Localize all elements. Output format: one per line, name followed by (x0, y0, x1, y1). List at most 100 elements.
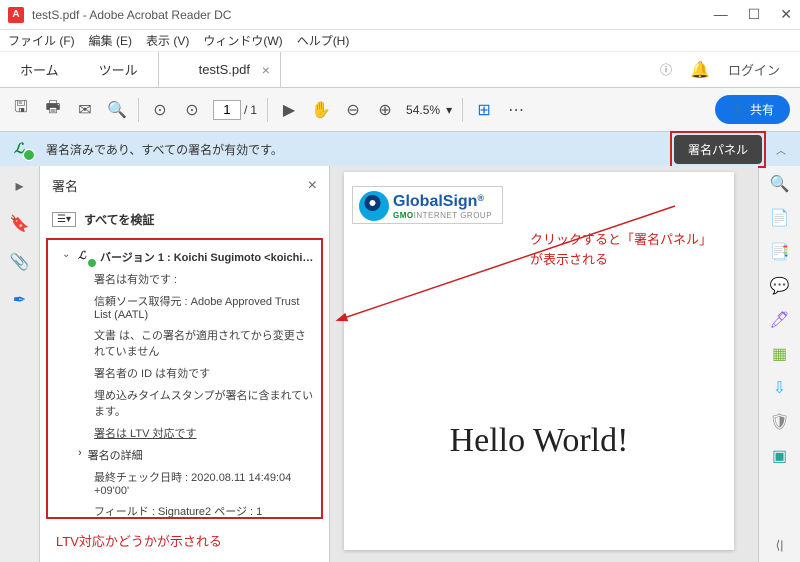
callout-l1: クリックすると「署名パネル」 (530, 230, 712, 250)
fill-sign-icon[interactable]: 🖊 (769, 310, 789, 330)
share-button[interactable]: 👤 共有 (715, 95, 790, 124)
organize-icon[interactable]: ▦ (772, 344, 787, 364)
close-button[interactable]: ✕ (780, 6, 792, 23)
comment-icon[interactable]: 💬 (770, 276, 790, 296)
tab-home[interactable]: ホーム (0, 52, 79, 87)
tab-close-icon[interactable]: × (262, 62, 270, 78)
sig-ltv: 署名は LTV 対応です (54, 422, 315, 444)
sig-details-row[interactable]: › 署名の詳細 (54, 444, 315, 466)
create-pdf-icon[interactable]: 📑 (770, 242, 790, 262)
export-pdf-icon[interactable]: 📄 (770, 208, 790, 228)
sig-signer-id: 署名者の ID は有効です (54, 362, 315, 384)
left-rail: ▸ 🔖 📎 ✒ (0, 166, 40, 562)
signature-panel-body: ⌄ ℒ バージョン 1 : Koichi Sugimoto <koichi.su… (46, 238, 323, 519)
chevron-down-icon: ▾ (446, 103, 452, 117)
signature-panel: 署名 × ☰▾ すべてを検証 ⌄ ℒ バージョン 1 : Koichi Sugi… (40, 166, 330, 562)
minimize-button[interactable]: ― (714, 6, 728, 23)
ltv-note: LTV対応かどうかが示される (40, 519, 329, 562)
logo-reg: ® (477, 193, 484, 203)
login-link[interactable]: ログイン (728, 60, 780, 79)
sig-details: 署名の詳細 (88, 447, 143, 463)
callout-l2: が表示される (530, 250, 712, 270)
right-rail: 🔍 📄 📑 💬 🖊 ▦ ⇩ 🛡 ▣ ⟨| (758, 166, 800, 562)
save-icon[interactable]: 🖫 (10, 96, 32, 123)
signature-message: 署名済みであり、すべての署名が有効です。 (46, 141, 283, 158)
compress-icon[interactable]: ⇩ (773, 378, 786, 398)
callout-text: クリックすると「署名パネル」 が表示される (530, 230, 712, 269)
bookmark-icon[interactable]: 🔖 (10, 214, 30, 234)
thumbnails-icon[interactable]: ▸ (15, 176, 23, 196)
fit-icon[interactable]: ⊞ (473, 100, 495, 120)
mail-icon[interactable]: ✉ (74, 100, 96, 120)
tab-document-label: testS.pdf (199, 62, 250, 77)
expand-rail-icon[interactable]: ⟨| (776, 528, 784, 562)
hand-icon[interactable]: ✋ (310, 100, 332, 120)
pointer-icon[interactable]: ▶ (278, 100, 300, 120)
page-sep: / (244, 103, 247, 117)
sig-valid: 署名は有効です : (54, 268, 315, 290)
menu-edit[interactable]: 編集 (E) (89, 32, 132, 49)
person-icon: 👤 (731, 103, 746, 117)
menu-help[interactable]: ヘルプ(H) (297, 32, 350, 49)
signature-panel-button[interactable]: 署名パネル (674, 135, 762, 164)
maximize-button[interactable]: ☐ (748, 6, 761, 23)
panel-close-icon[interactable]: × (308, 177, 317, 195)
sig-timestamp: 埋め込みタイムスタンプが署名に含まれています。 (54, 384, 315, 422)
hello-text: Hello World! (344, 422, 734, 460)
page-indicator: / 1 (213, 100, 257, 120)
signature-icon[interactable]: ✒ (13, 290, 26, 310)
menubar: ファイル (F) 編集 (E) 表示 (V) ウィンドウ(W) ヘルプ(H) (0, 30, 800, 52)
version-label: バージョン 1 : Koichi Sugimoto <koichi.sugimo… (100, 249, 315, 265)
pdf-page: GlobalSign® GMOINTERNET GROUP Hello Worl… (344, 172, 734, 550)
validate-all-link[interactable]: すべてを検証 (84, 211, 154, 228)
page-down-icon[interactable]: ⊙ (181, 100, 203, 120)
toolbar: 🖫 🖶 ✉ 🔍 ⊙ ⊙ / 1 ▶ ✋ ⊖ ⊕ 54.5% ▾ ⊞ ⋯ 👤 共有 (0, 88, 800, 132)
signature-valid-icon: ℒ (14, 140, 32, 158)
separator (267, 98, 268, 122)
signature-panel-highlight: 署名パネル (670, 131, 766, 168)
page-input[interactable] (213, 100, 241, 120)
logo-gmo: GMO (393, 211, 414, 220)
page-total: 1 (250, 103, 257, 117)
sig-field: フィールド : Signature2 ページ : 1 (54, 500, 315, 519)
document-view[interactable]: GlobalSign® GMOINTERNET GROUP Hello Worl… (330, 166, 758, 562)
more-icon[interactable]: ⋯ (505, 100, 527, 120)
zoom-in-icon[interactable]: ⊕ (374, 100, 396, 120)
zoom-select[interactable]: 54.5% ▾ (406, 103, 452, 117)
separator (462, 98, 463, 122)
more-tools-icon[interactable]: ▣ (772, 446, 787, 466)
signature-version-row[interactable]: ⌄ ℒ バージョン 1 : Koichi Sugimoto <koichi.su… (54, 246, 315, 268)
zoom-out-icon[interactable]: ⊖ (342, 100, 364, 120)
expand-arrow-icon[interactable]: ⌄ (62, 249, 72, 260)
bell-icon[interactable]: 🔔 (690, 60, 710, 80)
menu-view[interactable]: 表示 (V) (146, 32, 189, 49)
globalsign-logo: GlobalSign® GMOINTERNET GROUP (352, 186, 503, 224)
sig-last-check: 最終チェック日時 : 2020.08.11 14:49:04 +09'00' (54, 466, 315, 500)
nav-tabs: ホーム ツール testS.pdf × ⓘ 🔔 ログイン (0, 52, 800, 88)
separator (138, 98, 139, 122)
protect-icon[interactable]: 🛡 (769, 412, 789, 432)
attachment-icon[interactable]: 📎 (10, 252, 30, 272)
page-up-icon[interactable]: ⊙ (149, 100, 171, 120)
tab-document[interactable]: testS.pdf × (158, 52, 281, 87)
globalsign-eye-icon (359, 191, 389, 221)
collapse-icon[interactable]: ︿ (776, 142, 786, 157)
print-icon[interactable]: 🖶 (42, 96, 64, 123)
panel-menu-icon[interactable]: ☰▾ (52, 212, 76, 227)
menu-window[interactable]: ウィンドウ(W) (203, 32, 282, 49)
info-icon[interactable]: ⓘ (660, 61, 672, 78)
logo-main: GlobalSign (393, 193, 477, 210)
titlebar: A testS.pdf - Adobe Acrobat Reader DC ― … (0, 0, 800, 30)
expand-arrow-icon[interactable]: › (78, 447, 82, 463)
signature-panel-title: 署名 (52, 176, 78, 195)
workspace: ▸ 🔖 📎 ✒ 署名 × ☰▾ すべてを検証 ⌄ ℒ バージョン 1 : Koi… (0, 166, 800, 562)
menu-file[interactable]: ファイル (F) (8, 32, 75, 49)
sig-unchanged: 文書 は、この署名が適用されてから変更されていません (54, 324, 315, 362)
tab-tools[interactable]: ツール (79, 52, 158, 87)
logo-rest: INTERNET GROUP (414, 211, 492, 220)
signature-bar: ℒ 署名済みであり、すべての署名が有効です。 署名パネル ︿ (0, 132, 800, 166)
search-tool-icon[interactable]: 🔍 (770, 174, 790, 194)
search-icon[interactable]: 🔍 (106, 100, 128, 120)
app-icon: A (8, 7, 24, 23)
share-label: 共有 (750, 101, 774, 118)
